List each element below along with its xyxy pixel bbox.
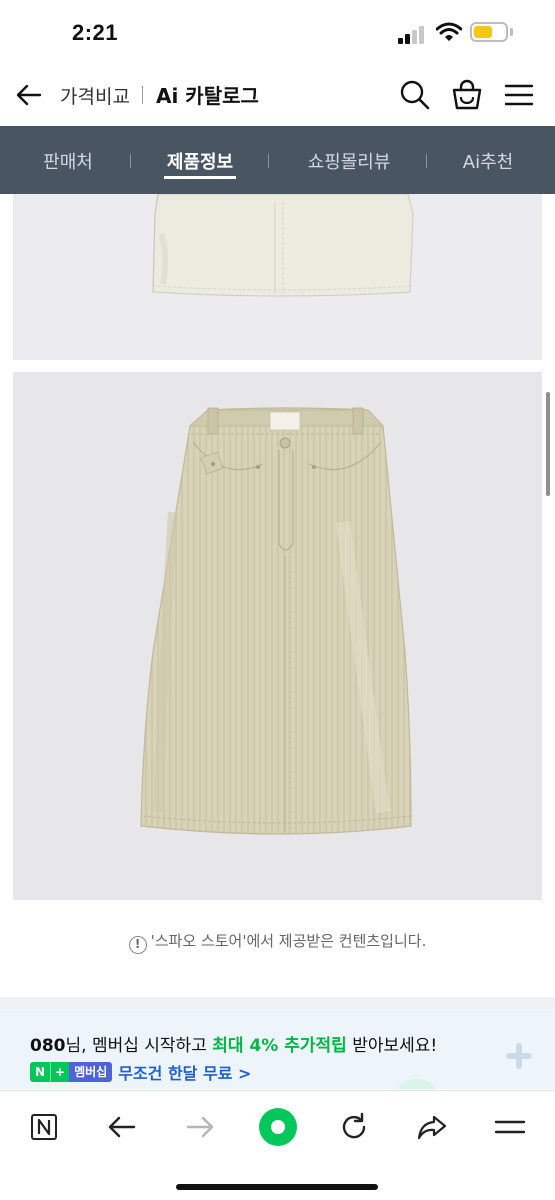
battery-cap [510,28,513,36]
header-separator [142,86,143,104]
menu-icon[interactable] [490,1107,530,1147]
naver-n-icon[interactable] [24,1107,64,1147]
info-exclamation-icon: ! [128,936,147,954]
scroll-indicator[interactable] [546,392,550,496]
active-tab-underline [164,176,236,179]
tab-divider [130,154,131,168]
tab-divider [426,154,427,168]
tab-ai-recommend[interactable]: Ai추천 [450,148,526,174]
product-image-beige-skirt [13,372,542,900]
tab-product-info[interactable]: 제품정보 [156,148,244,174]
back-arrow-icon[interactable] [14,80,44,110]
plus-decoration-icon [506,1043,532,1069]
banner-text-mid: 님, 멤버십 시작하고 [65,1036,213,1056]
banner-highlight: 최대 4% 추가적립 [212,1036,347,1056]
share-icon[interactable] [412,1107,452,1147]
price-compare-link[interactable]: 가격비교 [60,82,130,109]
app-header: 가격비교 Ai 카탈로그 [0,64,555,126]
banner-decoration-circle [392,1079,442,1089]
status-bar: 2:21 [0,0,555,64]
naver-plus-membership-badge: N + 멤버십 [30,1062,113,1082]
status-time: 2:21 [72,20,119,45]
tab-divider [268,154,269,168]
shopping-bag-icon[interactable] [450,78,484,112]
tab-sellers[interactable]: 판매처 [30,148,106,174]
home-indicator [176,1184,378,1190]
banner-subline: N + 멤버십 무조건 한달 무료 > [30,1060,251,1083]
cellular-signal-icon [398,26,428,44]
banner-user-id: 080 [30,1036,66,1056]
notice-text: '스파오 스토어'에서 제공받은 컨텐츠입니다. [150,932,427,950]
membership-banner[interactable]: 080님, 멤버십 시작하고 최대 4% 추가적립 받아보세요! N + 멤버십 무조… [0,1009,555,1089]
free-month-link[interactable]: 무조건 한달 무료 > [118,1064,251,1083]
forward-icon [186,1116,214,1138]
refresh-icon[interactable] [334,1107,374,1147]
section-divider [0,997,555,1009]
tab-bar: 판매처 제품정보 쇼핑몰리뷰 Ai추천 [0,126,555,194]
back-icon[interactable] [102,1107,142,1147]
green-dot-home-icon[interactable] [256,1105,300,1149]
search-icon[interactable] [398,78,432,112]
banner-text-end: 받아보세요! [346,1036,438,1056]
wifi-icon [436,22,462,41]
page-title: Ai 카탈로그 [156,84,259,108]
banner-headline: 080님, 멤버십 시작하고 최대 4% 추가적립 받아보세요! [30,1031,437,1056]
hamburger-menu-icon[interactable] [502,78,536,112]
battery-icon [470,22,508,42]
tab-mall-reviews[interactable]: 쇼핑몰리뷰 [294,148,404,174]
content-source-notice: ! '스파오 스토어'에서 제공받은 컨텐츠입니다. [0,930,555,954]
product-image-ivory-skirt [13,194,542,360]
